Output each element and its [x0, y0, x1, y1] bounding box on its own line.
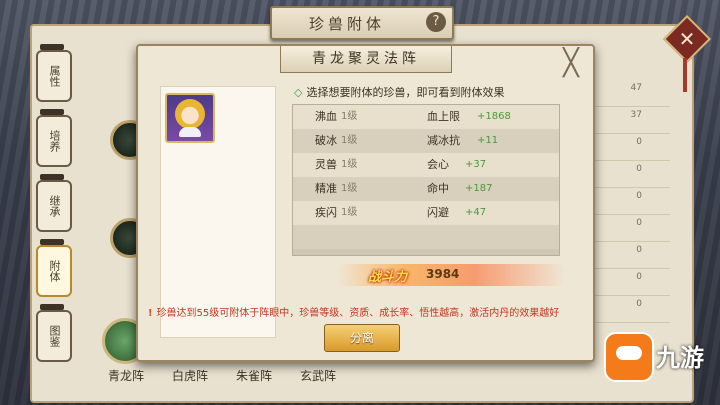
table-row: 疾闪 1级 闪避 +47 — [293, 201, 559, 225]
attr-value: +187 — [465, 183, 493, 194]
combat-power-value: 3984 — [426, 267, 460, 281]
pet-slot-column — [160, 86, 276, 338]
skill-name: 沸血 — [315, 110, 337, 123]
skill-level: 1级 — [341, 135, 358, 146]
tassel-decoration — [683, 58, 687, 92]
mascot-eyes-icon — [616, 346, 642, 360]
top-title: 珍兽附体 — [308, 15, 385, 33]
skill-name: 疾闪 — [315, 206, 337, 219]
table-row: 精准 1级 命中 +187 — [293, 177, 559, 201]
attr-value: +37 — [465, 159, 487, 170]
dialog-close-icon[interactable]: ╳ — [558, 50, 584, 76]
pet-face-icon — [175, 99, 205, 129]
table-row-empty — [293, 225, 559, 249]
warning-icon: ! — [148, 308, 153, 319]
top-title-banner: 珍兽附体 ? — [270, 6, 454, 40]
close-icon: ✕ — [678, 27, 696, 51]
side-tab-attributes[interactable]: 属性 — [36, 50, 72, 102]
attribute-table: 沸血 1级 血上限 +1868 破冰 1级 减冰抗 +11 灵兽 1级 会心 +… — [292, 104, 560, 256]
pet-avatar[interactable] — [165, 93, 215, 143]
bottom-tab-xuanwu[interactable]: 玄武阵 — [300, 367, 336, 384]
skill-name: 破冰 — [315, 134, 337, 147]
skill-name: 精准 — [315, 182, 337, 195]
hint-label: 选择想要附体的珍兽，即可看到附体效果 — [306, 86, 505, 99]
split-button[interactable]: 分离 — [324, 324, 400, 352]
attr-name: 血上限 — [427, 110, 460, 123]
combat-power-label: 战斗力 — [368, 270, 408, 285]
bottom-tab-qinglong[interactable]: 青龙阵 — [108, 367, 144, 384]
skill-name: 灵兽 — [315, 158, 337, 171]
attr-value: +1868 — [477, 111, 511, 122]
attr-name: 闪避 — [427, 206, 449, 219]
watermark-text: 九游 — [656, 344, 704, 372]
skill-level: 1级 — [341, 183, 358, 194]
skill-level: 1级 — [341, 111, 358, 122]
watermark-logo: 九游 — [604, 332, 714, 382]
attr-name: 会心 — [427, 158, 449, 171]
side-tab-possess[interactable]: 附体 — [36, 245, 72, 297]
formation-dialog: 青龙聚灵法阵 ╳ ◇ 选择想要附体的珍兽，即可看到附体效果 沸血 1级 血上限 +… — [136, 44, 595, 362]
pet-body-icon — [179, 127, 201, 137]
skill-level: 1级 — [341, 207, 358, 218]
dialog-title: 青龙聚灵法阵 — [280, 46, 452, 73]
attr-name: 减冰抗 — [427, 134, 460, 147]
bottom-tab-baihu[interactable]: 白虎阵 — [172, 367, 208, 384]
diamond-bullet-icon: ◇ — [294, 86, 303, 99]
mascot-icon — [604, 332, 654, 382]
attr-value: +47 — [465, 207, 487, 218]
side-tab-inherit[interactable]: 继承 — [36, 180, 72, 232]
skill-level: 1级 — [341, 159, 358, 170]
side-tab-atlas[interactable]: 图鉴 — [36, 310, 72, 362]
attr-name: 命中 — [427, 182, 449, 195]
bottom-tab-zhuque[interactable]: 朱雀阵 — [236, 367, 272, 384]
help-icon[interactable]: ? — [426, 12, 446, 32]
warning-text: ! 珍兽达到55级可附体于阵眼中，珍兽等级、资质、成长率、悟性越高，激活内丹的效果… — [148, 304, 588, 319]
table-row: 破冰 1级 减冰抗 +11 — [293, 129, 559, 153]
hint-text: ◇ 选择想要附体的珍兽，即可看到附体效果 — [294, 84, 504, 100]
table-row: 灵兽 1级 会心 +37 — [293, 153, 559, 177]
combat-power: 战斗力 3984 — [336, 264, 566, 286]
side-tab-train[interactable]: 培养 — [36, 115, 72, 167]
attr-value: +11 — [477, 135, 499, 146]
table-row: 沸血 1级 血上限 +1868 — [293, 105, 559, 129]
warning-label: 珍兽达到55级可附体于阵眼中，珍兽等级、资质、成长率、悟性越高，激活内丹的效果越… — [156, 308, 560, 319]
